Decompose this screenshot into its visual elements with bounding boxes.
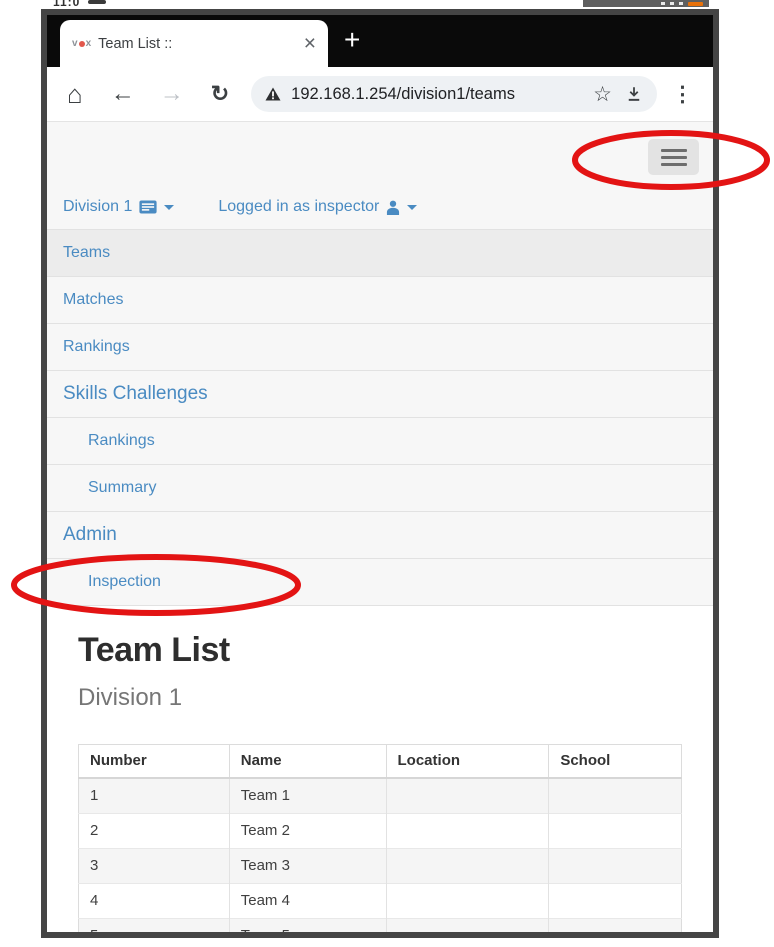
status-bar-notch-fragment <box>88 0 107 4</box>
list-icon <box>139 200 157 214</box>
browser-tab[interactable]: vx Team List :: × <box>60 20 328 67</box>
table-row: 2 Team 2 <box>78 813 682 849</box>
cell-number: 3 <box>78 848 230 884</box>
warning-triangle-icon <box>265 87 281 101</box>
nav-item-teams[interactable]: Teams <box>47 230 713 277</box>
cell-number: 4 <box>78 883 230 919</box>
cell-school <box>548 813 682 849</box>
cell-location <box>386 848 550 884</box>
cell-name: Team 3 <box>229 848 387 884</box>
nav-item-rankings[interactable]: Rankings <box>47 324 713 371</box>
column-header-location: Location <box>386 744 550 779</box>
nav-item-admin[interactable]: Admin <box>47 512 713 559</box>
forward-icon: → <box>159 80 184 107</box>
home-icon[interactable]: ⌂ <box>67 81 83 107</box>
nav-subitem-inspection[interactable]: Inspection <box>47 559 713 606</box>
status-bar-icons-fragment <box>583 0 709 7</box>
user-dropdown[interactable]: Logged in as inspector <box>218 198 418 216</box>
vex-favicon-icon: vx <box>72 38 92 49</box>
hamburger-icon <box>660 148 687 152</box>
user-dropdown-label: Logged in as inspector <box>218 198 380 215</box>
nav-item-matches[interactable]: Matches <box>47 277 713 324</box>
tab-close-icon[interactable]: × <box>304 33 316 54</box>
page-nav-area: Division 1 Logged in as inspector Teams … <box>47 122 713 606</box>
division-dropdown[interactable]: Division 1 <box>63 198 175 216</box>
screenshot-root: { "status_strip": { "time_fragment": "11… <box>0 0 774 947</box>
reload-icon[interactable]: ↻ <box>211 83 229 105</box>
cell-number: 2 <box>78 813 230 849</box>
signal-icon <box>679 2 683 5</box>
chevron-down-icon <box>407 204 418 210</box>
menu-button[interactable] <box>648 139 699 175</box>
cell-name: Team 1 <box>229 777 387 814</box>
column-header-name: Name <box>229 744 387 779</box>
cell-school <box>548 883 682 919</box>
wifi-icon <box>670 2 674 5</box>
table-row: 5 Team 5 <box>78 918 682 932</box>
division-dropdown-label: Division 1 <box>63 198 133 215</box>
new-tab-button[interactable]: + <box>344 26 360 54</box>
cell-location <box>386 813 550 849</box>
table-header-row: Number Name Location School <box>78 744 682 779</box>
nav-item-skills-challenges[interactable]: Skills Challenges <box>47 371 713 418</box>
page-title: Team List <box>78 631 230 669</box>
screenshot-frame: vx Team List :: × + ⌂ ← → ↻ 192.168.1.25… <box>41 9 719 938</box>
nav-header: Division 1 Logged in as inspector <box>47 122 713 229</box>
nav-subitem-rankings[interactable]: Rankings <box>47 418 713 465</box>
cell-name: Team 2 <box>229 813 387 849</box>
browser-tab-strip: vx Team List :: × + <box>47 15 713 67</box>
column-header-school: School <box>548 744 682 779</box>
table-row: 4 Team 4 <box>78 883 682 919</box>
column-header-number: Number <box>78 744 230 779</box>
cell-school <box>548 777 682 814</box>
page-subtitle: Division 1 <box>78 684 183 711</box>
cell-school <box>548 918 682 932</box>
tab-title: Team List :: <box>98 35 173 52</box>
cell-location <box>386 883 550 919</box>
nav-subitem-summary[interactable]: Summary <box>47 465 713 512</box>
table-row: 1 Team 1 <box>78 777 682 814</box>
back-icon[interactable]: ← <box>111 82 135 106</box>
bookmark-star-icon[interactable]: ☆ <box>593 84 612 105</box>
signal-icon <box>661 2 665 5</box>
browser-menu-icon[interactable]: ⋮ <box>672 84 693 105</box>
cell-name: Team 5 <box>229 918 387 932</box>
team-table: Number Name Location School 1 Team 1 2 Team 23… <box>78 744 682 932</box>
status-bar-time-fragment: 11:0 <box>53 0 173 9</box>
cell-number: 5 <box>78 918 230 932</box>
cell-school <box>548 848 682 884</box>
main-content: Team List Division 1 Number Name Location S… <box>47 606 713 932</box>
cell-location <box>386 918 550 932</box>
address-bar[interactable]: 192.168.1.254/division1/teams ☆ <box>251 76 657 112</box>
nav-menu: Teams Matches Rankings Skills Challenges Ran… <box>47 229 713 606</box>
download-icon[interactable] <box>625 85 643 103</box>
url-text[interactable]: 192.168.1.254/division1/teams <box>291 85 593 104</box>
browser-toolbar: ⌂ ← → ↻ 192.168.1.254/division1/teams ☆ … <box>47 67 713 121</box>
cell-number: 1 <box>78 777 230 814</box>
cell-location <box>386 777 550 814</box>
chevron-down-icon <box>164 204 175 210</box>
battery-icon <box>688 1 703 6</box>
person-icon <box>387 200 400 215</box>
cell-name: Team 4 <box>229 883 387 919</box>
table-row: 3 Team 3 <box>78 848 682 884</box>
